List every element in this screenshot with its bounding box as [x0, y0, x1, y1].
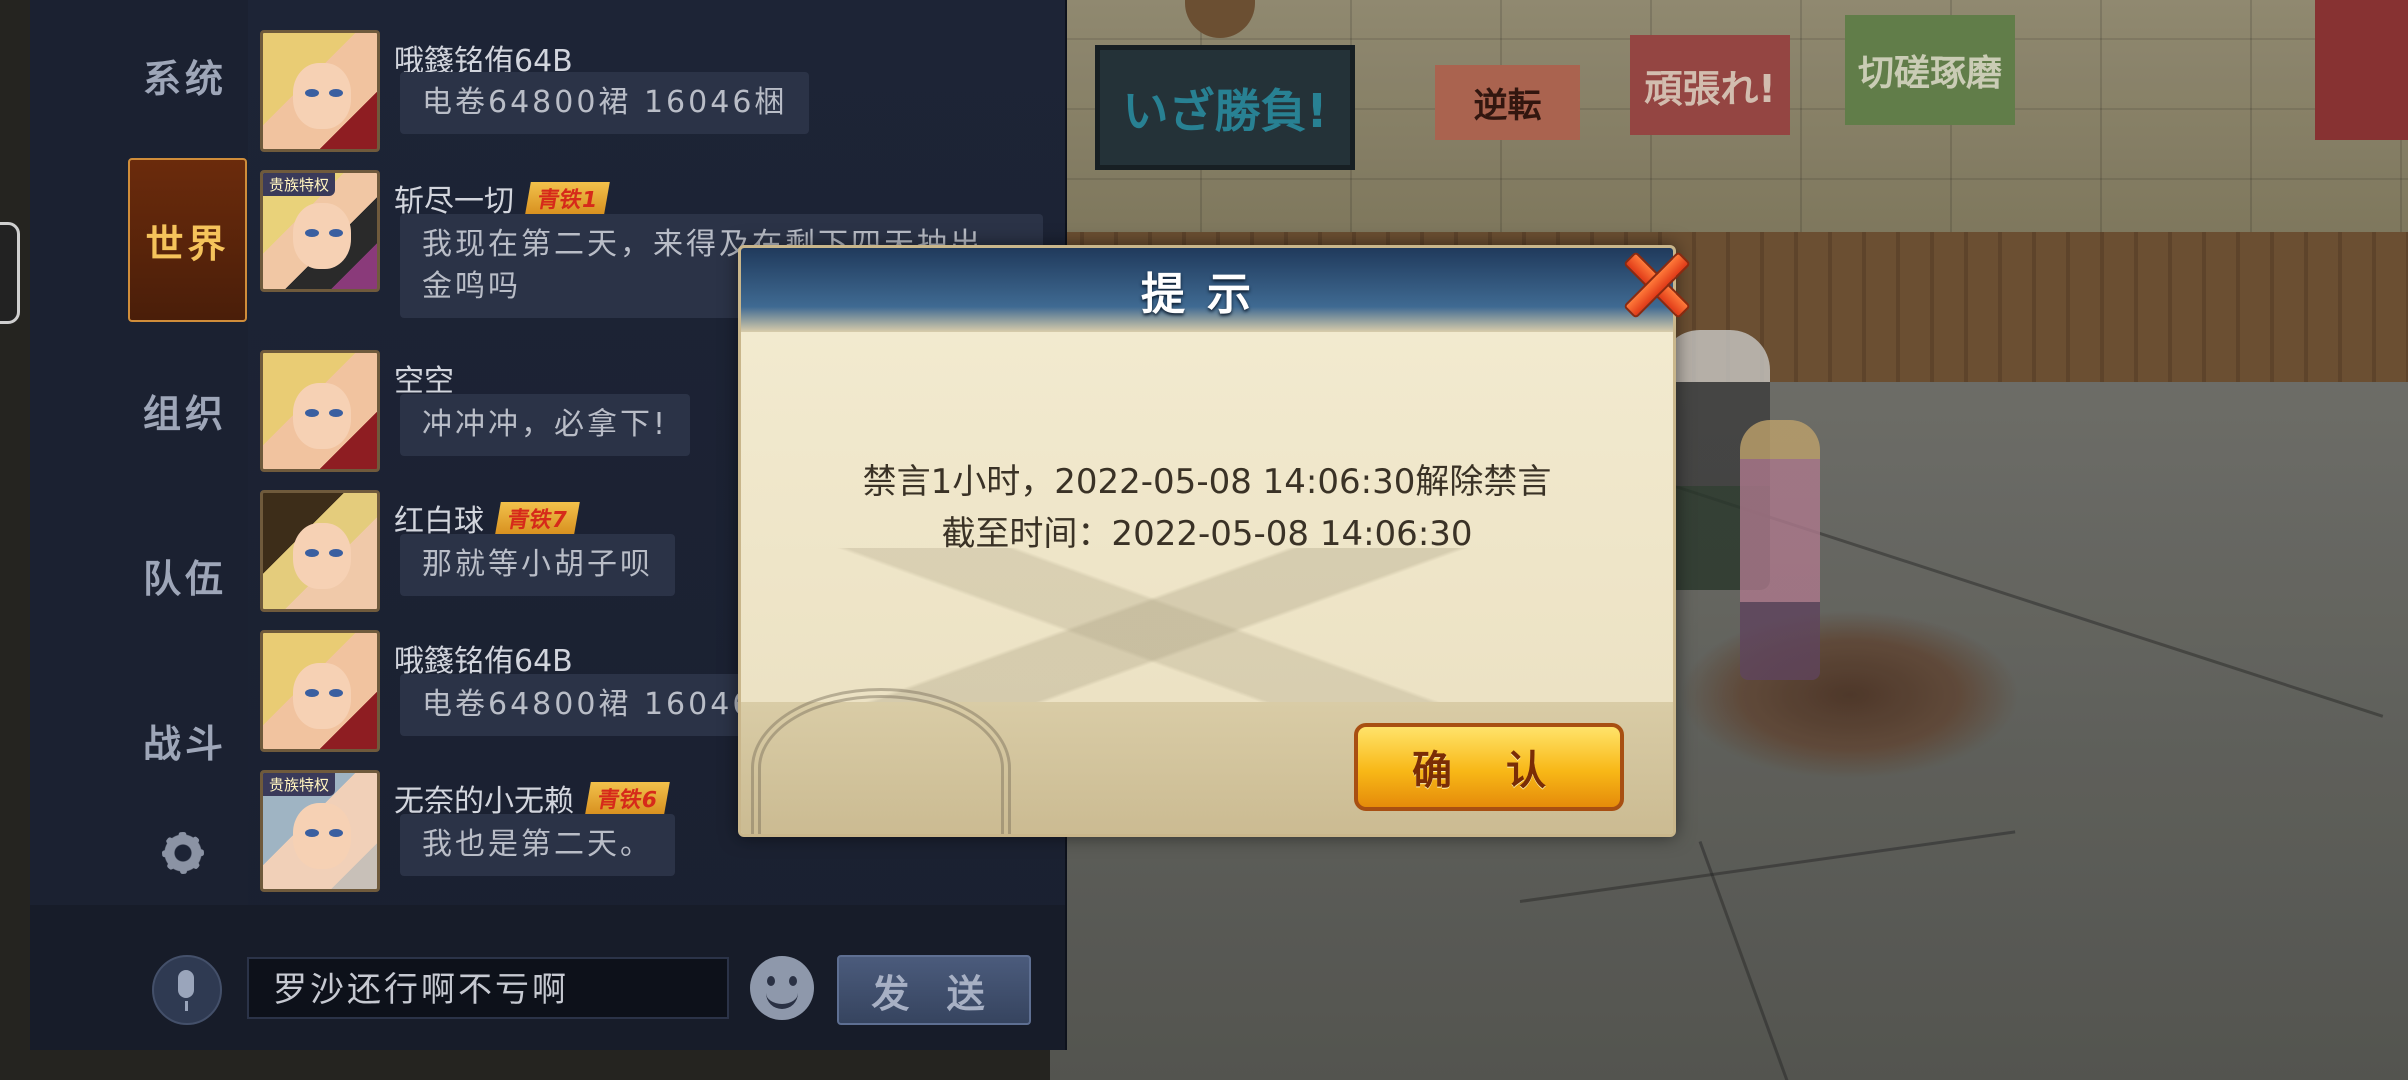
- message-text: 那就等小胡子呗: [400, 534, 675, 596]
- mute-duration-text: 禁言1小时，2022-05-08 14:06:30解除禁言: [862, 462, 1552, 502]
- emoji-icon[interactable]: [750, 956, 814, 1020]
- tab-battle[interactable]: 战斗: [125, 665, 245, 815]
- tab-system[interactable]: 系统: [125, 0, 245, 150]
- rank-badge: 青铁1: [525, 182, 611, 214]
- gear-icon[interactable]: [158, 828, 208, 878]
- rank-badge: 青铁6: [585, 782, 671, 814]
- tab-organization[interactable]: 组织: [125, 335, 245, 485]
- chat-message-input[interactable]: 罗沙还行啊不亏啊: [247, 957, 729, 1019]
- message-text: 我也是第二天。: [400, 814, 675, 876]
- privilege-badge: 贵族特权: [263, 173, 336, 196]
- microphone-icon[interactable]: [152, 955, 222, 1025]
- avatar[interactable]: [260, 630, 380, 752]
- message-text: 冲冲冲，必拿下!: [400, 394, 691, 456]
- dialog-message: 禁言1小时，2022-05-08 14:06:30解除禁言 截至时间：2022-…: [741, 456, 1673, 560]
- mute-deadline-text: 截至时间：2022-05-08 14:06:30: [941, 514, 1473, 554]
- dialog-title: 提示: [1141, 269, 1273, 320]
- avatar[interactable]: 贵族特权: [260, 770, 380, 892]
- edge-handle[interactable]: [0, 222, 20, 324]
- privilege-badge: 贵族特权: [263, 773, 336, 796]
- tab-team[interactable]: 队伍: [125, 500, 245, 650]
- wave-decoration: [751, 688, 1011, 834]
- avatar[interactable]: [260, 30, 380, 152]
- tab-world[interactable]: 世界: [128, 158, 247, 322]
- rank-badge: 青铁7: [495, 502, 581, 534]
- avatar[interactable]: [260, 350, 380, 472]
- avatar[interactable]: [260, 490, 380, 612]
- close-icon[interactable]: [1610, 238, 1696, 324]
- message-text: 电卷64800裙 16046梱: [400, 72, 810, 134]
- avatar[interactable]: 贵族特权: [260, 170, 380, 292]
- send-button[interactable]: 发 送: [837, 955, 1031, 1025]
- mountain-decoration: [831, 548, 1531, 708]
- confirm-button[interactable]: 确 认: [1354, 723, 1624, 811]
